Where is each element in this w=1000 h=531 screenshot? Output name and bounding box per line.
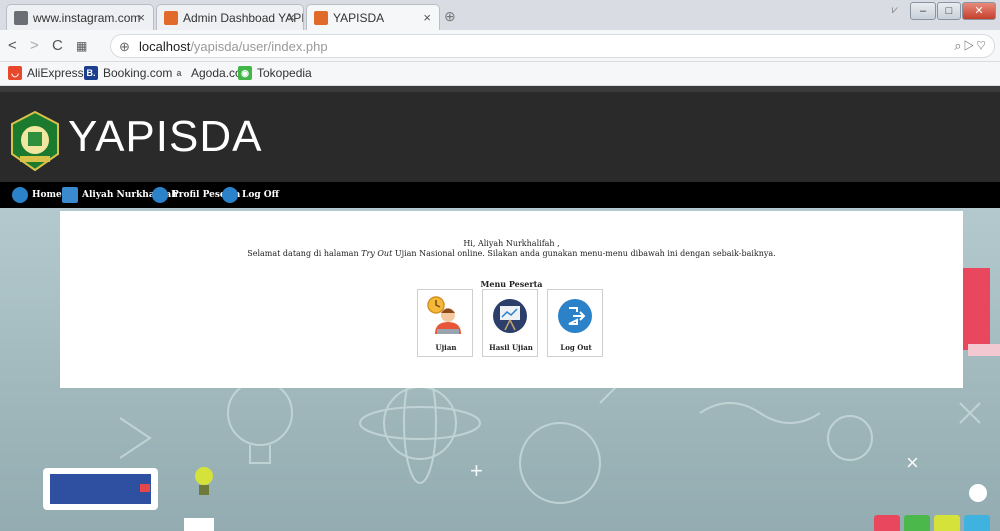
back-icon[interactable]: < [8,37,17,54]
nav-label: Log Off [242,190,279,200]
bookmark-label: Booking.com [103,66,173,80]
profile-icon [152,187,168,203]
welcome-panel: Hi, Aliyah Nurkhalifah , Selamat datang … [60,211,963,388]
bookmark-aliexpress[interactable]: ◡ AliExpress [8,66,84,80]
profile-icon[interactable]: ⩗ [888,2,902,20]
bookmark-tokopedia[interactable]: ◉ Tokopedia [238,66,312,80]
url-host: localhost [139,39,191,54]
close-icon[interactable]: × [423,10,431,25]
globe-icon: ⊕ [119,39,130,54]
tab-label: YAPISDA [333,11,385,25]
bookmark-label: Tokopedia [257,66,312,80]
close-icon[interactable]: × [287,10,295,25]
browser-tab-bar: www.instagram.com × Admin Dashboad YAPIS… [0,0,1000,30]
url-field[interactable]: ⊕ localhost/yapisda/user/index.php ⌕▷♡ [110,34,995,58]
forward-icon[interactable]: > [30,37,39,54]
tab-label: www.instagram.com [33,11,141,25]
greeting-text-pre: Selamat datang di halaman [247,249,362,258]
greeting-name: Hi, Aliyah Nurkhalifah , [463,239,560,248]
menu-log-out[interactable]: Log Out [547,289,603,357]
greeting: Hi, Aliyah Nurkhalifah , Selamat datang … [60,239,963,259]
booking-icon: B. [84,66,98,80]
page-icon [14,11,28,25]
greeting-text-em: Try Out [361,249,393,258]
bookmark-label: AliExpress [27,66,84,80]
tab-admin-dashboard[interactable]: Admin Dashboad YAPISDA × [156,4,304,30]
nav-home[interactable]: Home [12,186,62,204]
user-card-icon [62,187,78,203]
tokopedia-icon: ◉ [238,66,252,80]
svg-text:+: + [470,458,483,483]
student-clock-icon [427,296,461,334]
maximize-icon[interactable]: □ [937,2,961,20]
logoff-icon [222,187,238,203]
yapisda-favicon-icon [164,11,178,25]
presentation-board-icon [493,299,527,333]
url-action-icons[interactable]: ⌕▷♡ [954,38,988,54]
menu-title: Menu Peserta [480,279,543,289]
menu-ujian[interactable]: Ujian [417,289,473,357]
yapisda-logo [11,110,59,172]
site-nav: Home Aliyah Nurkhalifah Profil Peserta L… [0,182,1000,208]
svg-text:×: × [906,450,919,475]
nav-logoff[interactable]: Log Off [222,186,279,204]
apps-grid-icon[interactable]: ▦ [76,39,87,53]
logout-icon [558,299,592,333]
greeting-message: Selamat datang di halaman Try Out Ujian … [60,249,963,259]
yapisda-favicon-icon [314,11,328,25]
tab-label: Admin Dashboad YAPISDA [183,11,303,25]
home-icon [12,187,28,203]
minimize-icon[interactable]: – [910,2,936,20]
bookmark-booking[interactable]: B. Booking.com [84,66,172,80]
menu-label: Log Out [560,343,592,352]
url-path: /yapisda/user/index.php [190,39,328,54]
address-bar-row: < > C ▦ ⊕ localhost/yapisda/user/index.p… [0,30,1000,62]
site-header: YAPISDA [0,86,1000,182]
tab-yapisda[interactable]: YAPISDA × [306,4,440,30]
agoda-icon: a [176,68,182,78]
new-tab-icon[interactable]: ⊕ [444,8,462,24]
site-title: YAPISDA [68,112,263,161]
greeting-text-post: Ujian Nasional online. Silakan anda guna… [392,249,776,258]
menu-hasil-ujian[interactable]: Hasil Ujian [482,289,538,357]
tab-instagram[interactable]: www.instagram.com × [6,4,154,30]
reload-icon[interactable]: C [52,37,63,54]
bookmarks-bar: ◡ AliExpress B. Booking.com a Agoda.com … [0,62,1000,86]
menu-label: Ujian [435,343,457,352]
close-window-icon[interactable]: ✕ [962,2,996,20]
aliexpress-icon: ◡ [8,66,22,80]
nav-label: Home [32,190,62,200]
close-icon[interactable]: × [137,10,145,25]
menu-label: Hasil Ujian [489,343,533,352]
